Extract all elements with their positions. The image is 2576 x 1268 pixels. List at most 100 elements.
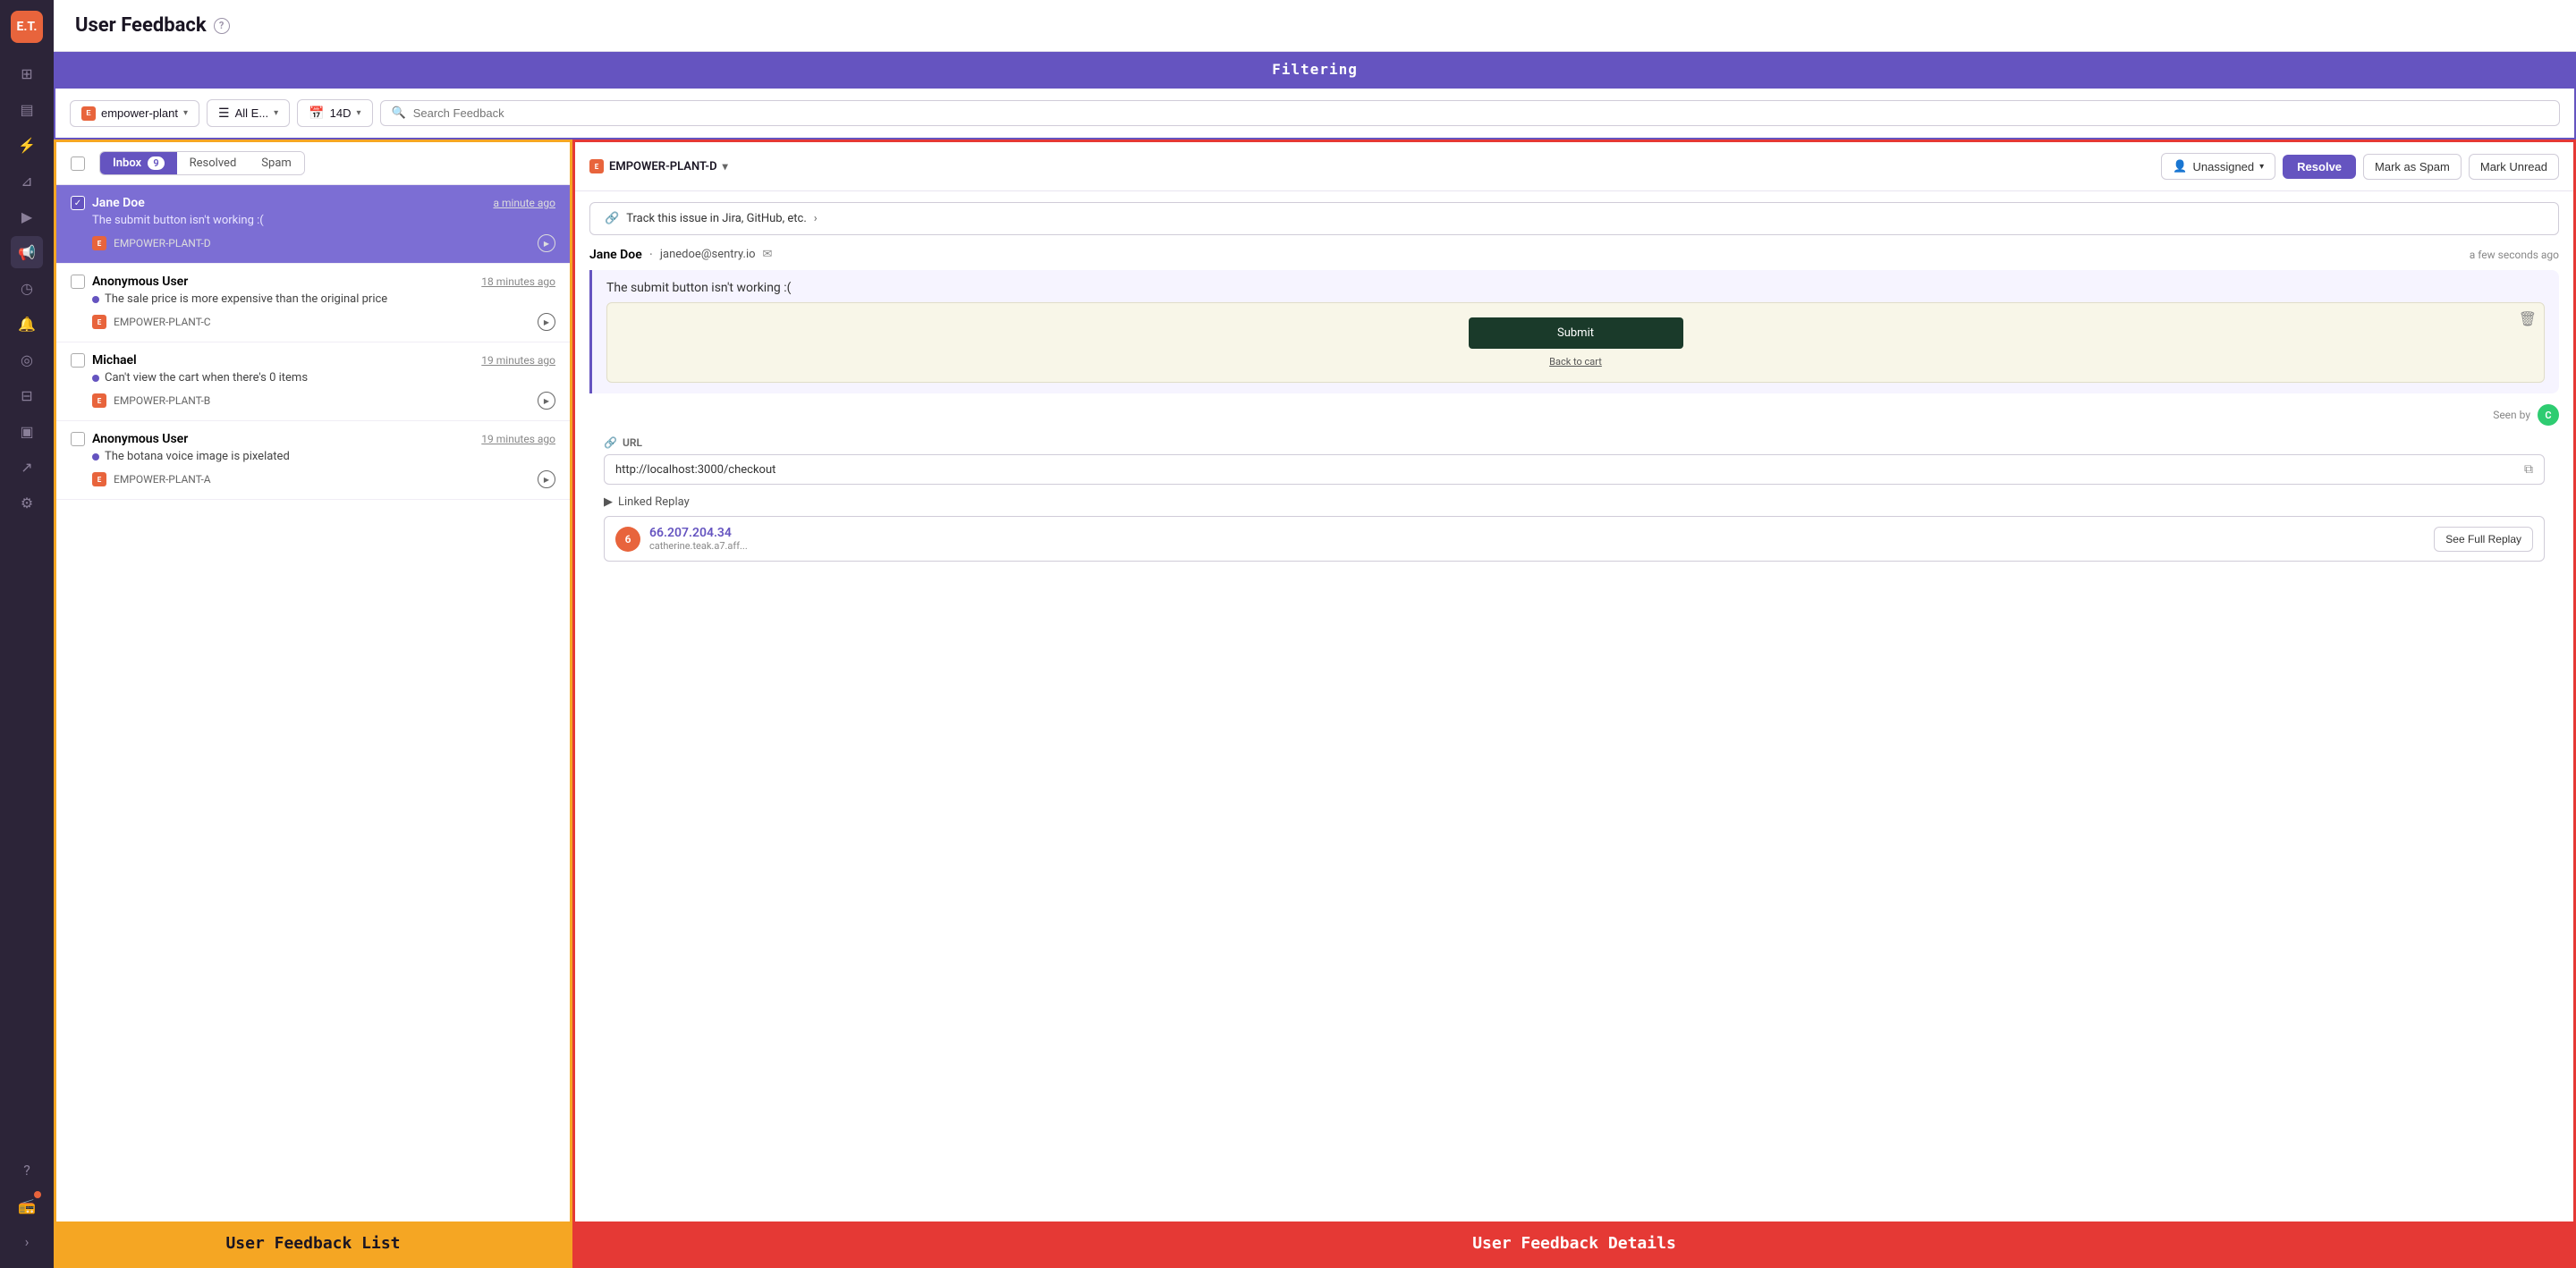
page-title: User Feedback (75, 14, 207, 37)
sender-email: janedoe@sentry.io (660, 248, 756, 261)
search-icon: 🔍 (392, 106, 406, 120)
item-time: 18 minutes ago (481, 275, 555, 288)
filtering-banner: Filtering (54, 52, 2576, 87)
replay-item: 6 66.207.204.34 catherine.teak.a7.aff...… (604, 516, 2545, 562)
page-header: User Feedback ? (54, 0, 2576, 52)
feedback-item[interactable]: Anonymous User 18 minutes ago The sale p… (56, 264, 570, 342)
screenshot-delete-icon[interactable]: 🗑 (2519, 310, 2537, 327)
item-checkbox[interactable] (71, 353, 85, 368)
details-project: E EMPOWER-PLANT-D ▾ (589, 159, 728, 173)
mark-unread-button[interactable]: Mark Unread (2469, 154, 2559, 180)
calendar-icon: 📅 (309, 106, 324, 121)
sidebar-icon-graph[interactable]: ↗ (11, 451, 43, 483)
sender-name: Jane Doe (589, 248, 642, 262)
select-all-checkbox[interactable] (71, 156, 85, 171)
replay-details: catherine.teak.a7.aff... (649, 540, 748, 552)
mark-spam-button[interactable]: Mark as Spam (2363, 154, 2462, 180)
sidebar-icon-target[interactable]: ◎ (11, 343, 43, 376)
item-play-button[interactable]: ▶ (538, 470, 555, 488)
item-message-text: The sale price is more expensive than th… (92, 292, 555, 306)
back-to-cart-link[interactable]: Back to cart (1549, 356, 1602, 368)
message-time: a few seconds ago (2470, 249, 2559, 261)
feedback-details-label: User Feedback Details (575, 1222, 2573, 1265)
item-play-button[interactable]: ▶ (538, 313, 555, 331)
sidebar-icon-filter[interactable]: ⊿ (11, 165, 43, 197)
message-bubble: The submit button isn't working :( 🗑 Sub… (589, 270, 2559, 393)
feedback-list-header: Inbox 9 Resolved Spam (56, 142, 570, 185)
feedback-item[interactable]: Anonymous User 19 minutes ago The botana… (56, 421, 570, 500)
unassigned-chevron-icon: ▾ (2259, 162, 2264, 172)
resolve-button[interactable]: Resolve (2283, 155, 2356, 179)
sidebar-icon-megaphone[interactable]: 📢 (11, 236, 43, 268)
sidebar-icon-alert[interactable]: 🔔 (11, 308, 43, 340)
sidebar-icon-blocks[interactable]: ⊟ (11, 379, 43, 411)
sidebar-icon-clock[interactable]: ◷ (11, 272, 43, 304)
tab-spam[interactable]: Spam (249, 152, 304, 174)
sidebar-expand-icon[interactable]: › (11, 1225, 43, 1257)
user-icon: 👤 (2173, 159, 2187, 173)
item-checkbox[interactable] (71, 432, 85, 446)
env-icon: ☰ (218, 106, 230, 121)
sidebar-icon-grid[interactable]: ⊞ (11, 57, 43, 89)
project-icon: E (81, 106, 96, 121)
replay-badge: 6 (615, 527, 640, 552)
unassigned-button[interactable]: 👤 Unassigned ▾ (2161, 153, 2275, 180)
project-label: empower-plant (101, 106, 178, 120)
item-play-button[interactable]: ▶ (538, 234, 555, 252)
unread-dot (92, 453, 99, 461)
time-label: 14D (330, 106, 352, 120)
tab-resolved[interactable]: Resolved (177, 152, 250, 174)
details-project-icon: E (589, 159, 604, 173)
sidebar-icon-chart[interactable]: ▤ (11, 93, 43, 125)
item-sender-name: Anonymous User (92, 275, 474, 289)
feedback-item[interactable]: Michael 19 minutes ago Can't view the ca… (56, 342, 570, 421)
feedback-item[interactable]: ✓ Jane Doe a minute ago The submit butto… (56, 185, 570, 264)
time-filter-button[interactable]: 📅 14D ▾ (297, 99, 372, 127)
item-checkbox[interactable] (71, 275, 85, 289)
item-play-button[interactable]: ▶ (538, 392, 555, 410)
feedback-item-header: ✓ Jane Doe a minute ago (71, 196, 555, 210)
item-message-text: The submit button isn't working :( (92, 214, 555, 227)
details-header: E EMPOWER-PLANT-D ▾ 👤 Unassigned ▾ Resol… (575, 142, 2573, 191)
search-input[interactable] (413, 106, 2548, 120)
linked-replay-title[interactable]: ▶ Linked Replay (604, 495, 2545, 509)
app-logo[interactable]: E.T. (11, 11, 43, 43)
sidebar-icon-lightning[interactable]: ⚡ (11, 129, 43, 161)
submit-button-preview: Submit (1469, 317, 1683, 349)
sidebar-icon-play[interactable]: ▶ (11, 200, 43, 232)
replay-info: 66.207.204.34 catherine.teak.a7.aff... (649, 526, 748, 552)
see-full-replay-button[interactable]: See Full Replay (2434, 527, 2533, 552)
item-checkbox[interactable]: ✓ (71, 196, 85, 210)
track-issue-bar[interactable]: 🔗 Track this issue in Jira, GitHub, etc.… (589, 202, 2559, 235)
sidebar-icon-help[interactable]: ? (11, 1154, 43, 1186)
message-sender-row: Jane Doe · janedoe@sentry.io ✉ a few sec… (589, 246, 2559, 263)
page-title-group: User Feedback ? (75, 14, 230, 37)
content-area: Inbox 9 Resolved Spam (54, 139, 2576, 1268)
title-help-icon[interactable]: ? (214, 18, 230, 34)
replay-ip[interactable]: 66.207.204.34 (649, 526, 748, 540)
filtering-label: Filtering (1272, 61, 1358, 78)
item-project-icon: E (92, 393, 106, 408)
url-value: http://localhost:3000/checkout (615, 463, 2517, 477)
url-section: 🔗 URL http://localhost:3000/checkout ⧉ (589, 436, 2559, 495)
seen-by-row: Seen by C (589, 404, 2559, 426)
tab-inbox[interactable]: Inbox 9 (100, 152, 177, 174)
sidebar-icon-settings[interactable]: ⚙ (11, 486, 43, 519)
item-sender-name: Anonymous User (92, 432, 474, 446)
tabs-group: Inbox 9 Resolved Spam (99, 151, 305, 175)
item-project-icon: E (92, 472, 106, 486)
item-project-icon: E (92, 315, 106, 329)
env-label: All E... (235, 106, 269, 120)
project-chevron-icon: ▾ (723, 160, 728, 173)
feedback-message-area: Jane Doe · janedoe@sentry.io ✉ a few sec… (575, 246, 2573, 1222)
copy-url-icon[interactable]: ⧉ (2524, 462, 2533, 477)
avatar: C (2538, 404, 2559, 426)
item-sender-name: Michael (92, 353, 474, 368)
env-filter-button[interactable]: ☰ All E... ▾ (207, 99, 290, 127)
project-filter-button[interactable]: E empower-plant ▾ (70, 100, 199, 127)
url-bar: http://localhost:3000/checkout ⧉ (604, 454, 2545, 485)
sidebar-icon-radio[interactable]: 📻 (11, 1189, 43, 1222)
time-chevron-icon: ▾ (357, 108, 361, 118)
sidebar-icon-archive[interactable]: ▣ (11, 415, 43, 447)
screenshot-preview: 🗑 Submit Back to cart (606, 302, 2545, 383)
